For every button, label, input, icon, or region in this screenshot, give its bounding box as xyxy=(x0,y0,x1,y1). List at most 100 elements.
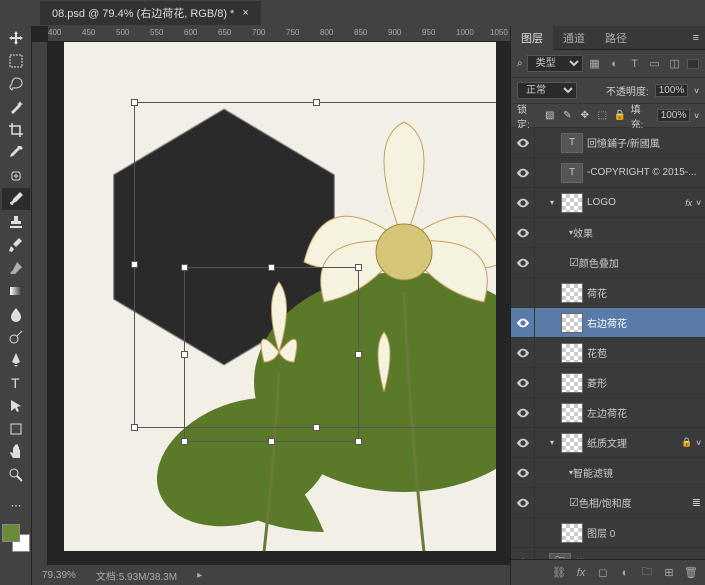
filter-pixel-icon[interactable]: ▦ xyxy=(587,56,603,72)
shape-tool[interactable] xyxy=(2,418,30,440)
canvas[interactable] xyxy=(64,42,496,551)
filter-edit-icon[interactable]: ≣ xyxy=(692,496,701,509)
type-tool[interactable]: T xyxy=(2,372,30,394)
visibility-toggle[interactable] xyxy=(511,338,535,368)
status-arrow-icon[interactable]: ▸ xyxy=(197,570,202,581)
dodge-tool[interactable] xyxy=(2,326,30,348)
visibility-toggle[interactable] xyxy=(511,128,535,158)
layer-row[interactable]: 菱形 xyxy=(511,368,705,398)
close-icon[interactable]: × xyxy=(242,7,248,19)
layer-row[interactable]: ☑ 色相/饱和度≣ xyxy=(511,488,705,518)
visibility-toggle[interactable] xyxy=(511,488,535,518)
adjustment-layer-icon[interactable]: ◐ xyxy=(617,565,633,581)
tab-layers[interactable]: 图层 xyxy=(511,26,553,50)
layer-row[interactable]: 图层 0 xyxy=(511,518,705,548)
visibility-toggle[interactable] xyxy=(511,278,535,308)
visibility-toggle[interactable] xyxy=(511,158,535,188)
foreground-color-swatch[interactable] xyxy=(2,524,20,542)
layer-row[interactable]: ▾ 效果 xyxy=(511,218,705,248)
visibility-toggle[interactable] xyxy=(511,518,535,548)
marquee-tool[interactable] xyxy=(2,50,30,72)
lock-transparency-icon[interactable]: ▧ xyxy=(543,109,557,123)
lock-position-icon[interactable]: ✥ xyxy=(578,109,592,123)
delete-layer-icon[interactable]: 🗑 xyxy=(683,565,699,581)
canvas-area: 4004505005506006507007508008509009501000… xyxy=(32,26,510,565)
lock-pixels-icon[interactable]: ✎ xyxy=(561,109,575,123)
layer-row[interactable]: ▾ 智能滤镜 xyxy=(511,458,705,488)
zoom-tool[interactable] xyxy=(2,464,30,486)
zoom-level[interactable]: 79.39% xyxy=(42,570,76,581)
visibility-toggle[interactable] xyxy=(511,398,535,428)
visibility-toggle[interactable] xyxy=(511,248,535,278)
healing-tool[interactable] xyxy=(2,165,30,187)
layer-row[interactable]: ▾🗀组 1 xyxy=(511,548,705,559)
document-tab[interactable]: 08.psd @ 79.4% (右边荷花, RGB/8) * × xyxy=(40,1,261,25)
tab-paths[interactable]: 路径 xyxy=(595,26,637,50)
filter-adjust-icon[interactable]: ◐ xyxy=(607,56,623,72)
stamp-tool[interactable] xyxy=(2,211,30,233)
hand-tool[interactable] xyxy=(2,441,30,463)
gradient-tool[interactable] xyxy=(2,280,30,302)
status-bar: 79.39% 文档:5.93M/38.3M ▸ xyxy=(32,565,510,585)
lasso-tool[interactable] xyxy=(2,73,30,95)
expand-arrow-icon[interactable]: ▾ xyxy=(547,198,557,207)
layer-mask-icon[interactable]: ◻ xyxy=(595,565,611,581)
visibility-toggle[interactable] xyxy=(511,548,535,560)
pen-tool[interactable] xyxy=(2,349,30,371)
layer-row[interactable]: 荷花 xyxy=(511,278,705,308)
layer-row[interactable]: T回憶鋪子/新國風 xyxy=(511,128,705,158)
eraser-tool[interactable] xyxy=(2,257,30,279)
edit-toolbar[interactable]: ⋯ xyxy=(2,494,30,516)
layer-name: 智能滤镜 xyxy=(573,465,705,480)
new-layer-icon[interactable]: ⊞ xyxy=(661,565,677,581)
visibility-toggle[interactable] xyxy=(511,218,535,248)
blend-mode-select[interactable]: 正常 xyxy=(517,82,577,99)
lock-label: 锁定: xyxy=(517,101,539,131)
filter-toggle[interactable] xyxy=(687,59,699,69)
new-group-icon[interactable]: 🗀 xyxy=(639,565,655,581)
expand-arrow-icon[interactable]: ▾ xyxy=(547,438,557,447)
layer-row[interactable]: ▾LOGOfxⅴ xyxy=(511,188,705,218)
magic-wand-tool[interactable] xyxy=(2,96,30,118)
color-swatches[interactable] xyxy=(2,524,30,552)
opacity-value[interactable]: 100% xyxy=(655,84,689,97)
panels: 图层 通道 路径 ≡ ⌕ 类型 ▦ ◐ T ▭ ◫ 正常 不透明度: 100% … xyxy=(510,26,705,585)
layer-row[interactable]: 花苞 xyxy=(511,338,705,368)
layer-row[interactable]: ☑ 颜色叠加 xyxy=(511,248,705,278)
filter-shape-icon[interactable]: ▭ xyxy=(647,56,663,72)
layer-fx-icon[interactable]: fx xyxy=(573,565,589,581)
visibility-toggle[interactable] xyxy=(511,188,535,218)
link-layers-icon[interactable]: ⛓ xyxy=(551,565,567,581)
lock-artboard-icon[interactable]: ⬚ xyxy=(596,109,610,123)
history-brush-tool[interactable] xyxy=(2,234,30,256)
lock-all-icon[interactable]: 🔒 xyxy=(613,109,627,123)
layer-row[interactable]: 右边荷花 xyxy=(511,308,705,338)
path-selection-tool[interactable] xyxy=(2,395,30,417)
visibility-toggle[interactable] xyxy=(511,428,535,458)
filter-smart-icon[interactable]: ◫ xyxy=(667,56,683,72)
visibility-toggle[interactable] xyxy=(511,308,535,338)
visibility-toggle[interactable] xyxy=(511,458,535,488)
visibility-toggle[interactable] xyxy=(511,368,535,398)
ruler-vertical[interactable] xyxy=(32,42,48,565)
move-tool[interactable] xyxy=(2,27,30,49)
layer-name: 右边荷花 xyxy=(587,315,705,330)
filter-type-icon[interactable]: T xyxy=(627,56,643,72)
ruler-horizontal[interactable]: 4004505005506006507007508008509009501000… xyxy=(48,26,510,42)
opacity-chevron-icon[interactable]: ⅴ xyxy=(694,86,699,95)
layer-thumbnail: T xyxy=(561,133,583,153)
filter-kind-select[interactable]: 类型 xyxy=(527,55,583,72)
layer-thumbnail xyxy=(561,313,583,333)
layer-row[interactable]: 左边荷花 xyxy=(511,398,705,428)
layer-row[interactable]: ▾纸质文理🔒ⅴ xyxy=(511,428,705,458)
tab-channels[interactable]: 通道 xyxy=(553,26,595,50)
eyedropper-tool[interactable] xyxy=(2,142,30,164)
panel-menu-icon[interactable]: ≡ xyxy=(687,32,705,44)
fill-value[interactable]: 100% xyxy=(657,109,691,122)
layer-thumbnail: T xyxy=(561,163,583,183)
layer-row[interactable]: T-COPYRIGHT © 2015-... xyxy=(511,158,705,188)
brush-tool[interactable] xyxy=(2,188,30,210)
blur-tool[interactable] xyxy=(2,303,30,325)
crop-tool[interactable] xyxy=(2,119,30,141)
fill-chevron-icon[interactable]: ⅴ xyxy=(694,111,699,120)
